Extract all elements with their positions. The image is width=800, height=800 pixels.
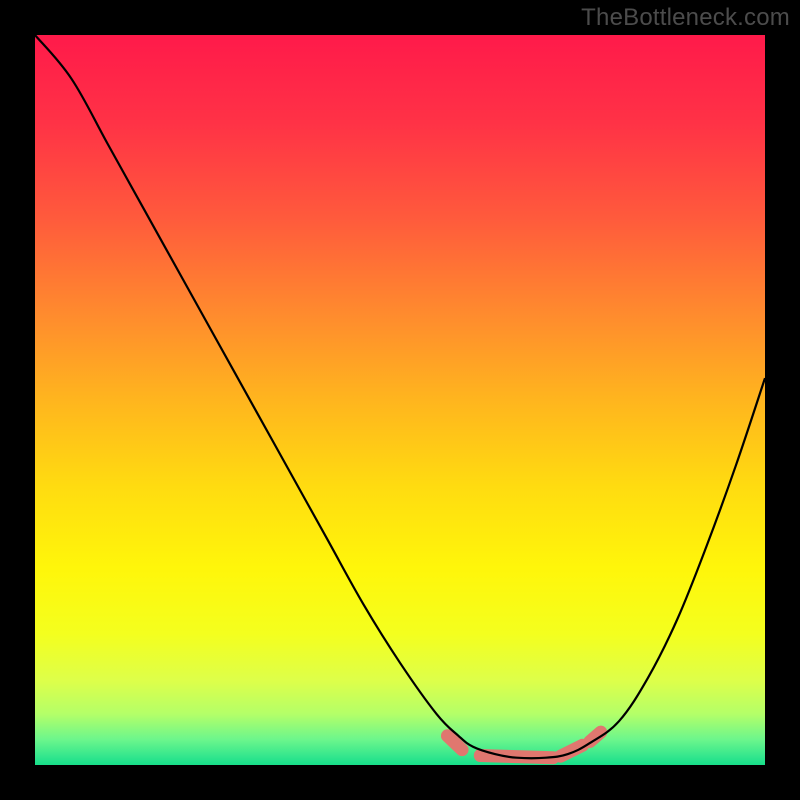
app-frame: TheBottleneck.com [0,0,800,800]
gradient-background [35,35,765,765]
watermark-text: TheBottleneck.com [581,4,790,32]
chart-area [35,35,765,765]
bottleneck-chart [35,35,765,765]
